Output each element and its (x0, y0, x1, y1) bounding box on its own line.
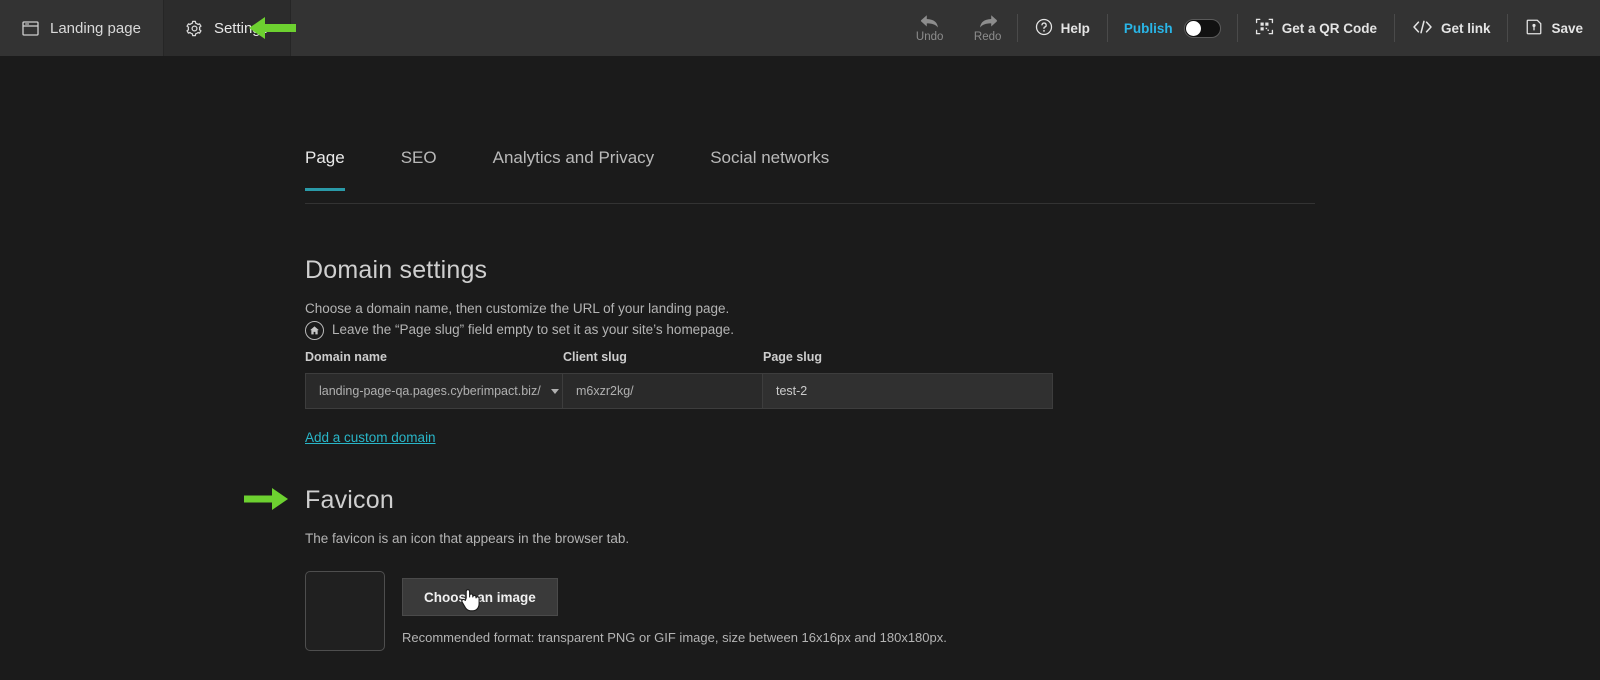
choose-an-image-label: Choose an image (424, 590, 536, 605)
publish-toggle[interactable] (1184, 19, 1221, 38)
settings-tab-bar: Page SEO Analytics and Privacy Social ne… (305, 148, 1315, 204)
client-slug-field-group: Client slug m6xzr2kg/ (563, 350, 763, 409)
undo-button[interactable]: Undo (901, 0, 959, 56)
favicon-upload-controls: Choose an image Recommended format: tran… (402, 571, 947, 645)
domain-settings-title: Domain settings (305, 256, 1053, 285)
toolbar-actions: Undo Redo Help Publish (901, 0, 1600, 56)
get-link-button[interactable]: Get link (1395, 0, 1508, 56)
app-tab-landing-page[interactable]: Landing page (0, 0, 164, 56)
homepage-hint: Leave the “Page slug” field empty to set… (305, 320, 1053, 340)
favicon-title: Favicon (305, 486, 947, 515)
page-slug-label: Page slug (763, 350, 1053, 364)
add-custom-domain-link[interactable]: Add a custom domain (305, 430, 436, 445)
publish-toggle-knob (1186, 21, 1201, 36)
redo-label: Redo (974, 31, 1002, 43)
redo-button[interactable]: Redo (959, 0, 1017, 56)
help-label: Help (1061, 21, 1090, 36)
tab-social-networks-label: Social networks (710, 148, 829, 167)
undo-label: Undo (916, 31, 944, 43)
toolbar-spacer (291, 0, 901, 56)
client-slug-value: m6xzr2kg/ (576, 384, 634, 398)
choose-an-image-button[interactable]: Choose an image (402, 578, 558, 616)
app-tab-settings-label: Settings (214, 20, 268, 37)
save-button[interactable]: Save (1508, 0, 1600, 56)
code-brackets-icon (1412, 19, 1433, 38)
tab-social-networks[interactable]: Social networks (710, 148, 829, 191)
client-slug-label: Client slug (563, 350, 763, 364)
favicon-format-note: Recommended format: transparent PNG or G… (402, 630, 947, 645)
get-qr-code-button[interactable]: Get a QR Code (1238, 0, 1394, 56)
tab-page-label: Page (305, 148, 345, 167)
home-icon (305, 321, 324, 340)
favicon-upload-row: Choose an image Recommended format: tran… (305, 571, 947, 651)
tab-analytics-and-privacy-label: Analytics and Privacy (493, 148, 655, 167)
tab-page[interactable]: Page (305, 148, 345, 191)
favicon-section: Favicon The favicon is an icon that appe… (305, 486, 947, 651)
domain-settings-description: Choose a domain name, then customize the… (305, 299, 1053, 319)
tab-analytics-and-privacy[interactable]: Analytics and Privacy (493, 148, 655, 191)
domain-settings-section: Domain settings Choose a domain name, th… (305, 256, 1053, 447)
floppy-disk-icon (1525, 18, 1543, 39)
domain-name-select[interactable]: landing-page-qa.pages.cyberimpact.biz/ (305, 373, 563, 409)
homepage-hint-text: Leave the “Page slug” field empty to set… (332, 320, 734, 340)
top-toolbar: Landing page Settings Undo Redo (0, 0, 1600, 56)
domain-fields-row: Domain name landing-page-qa.pages.cyberi… (305, 350, 1053, 409)
domain-name-field-group: Domain name landing-page-qa.pages.cyberi… (305, 350, 563, 409)
app-tab-landing-page-label: Landing page (50, 20, 141, 37)
qr-code-icon (1255, 17, 1274, 39)
publish-label: Publish (1124, 21, 1173, 36)
favicon-description: The favicon is an icon that appears in t… (305, 529, 947, 549)
client-slug-value-box: m6xzr2kg/ (563, 373, 763, 409)
tab-seo[interactable]: SEO (401, 148, 437, 191)
settings-content: Page SEO Analytics and Privacy Social ne… (0, 56, 1600, 680)
domain-name-label: Domain name (305, 350, 563, 364)
gear-icon (186, 20, 203, 37)
app-tab-group: Landing page Settings (0, 0, 291, 56)
get-link-label: Get link (1441, 21, 1491, 36)
page-slug-field-group: Page slug test-2 (763, 350, 1053, 409)
app-tab-settings[interactable]: Settings (164, 0, 291, 56)
save-label: Save (1551, 21, 1583, 36)
favicon-preview-box[interactable] (305, 571, 385, 651)
undo-arrow-icon (919, 13, 941, 30)
tab-seo-label: SEO (401, 148, 437, 167)
page-slug-input[interactable]: test-2 (763, 373, 1053, 409)
chevron-down-icon (551, 389, 559, 394)
get-qr-code-label: Get a QR Code (1282, 21, 1377, 36)
browser-window-icon (22, 21, 39, 36)
page-slug-value: test-2 (776, 384, 807, 398)
help-circle-icon (1035, 18, 1053, 39)
publish-control[interactable]: Publish (1108, 0, 1237, 56)
redo-arrow-icon (977, 13, 999, 30)
help-button[interactable]: Help (1018, 0, 1107, 56)
domain-name-value: landing-page-qa.pages.cyberimpact.biz/ (319, 384, 541, 398)
